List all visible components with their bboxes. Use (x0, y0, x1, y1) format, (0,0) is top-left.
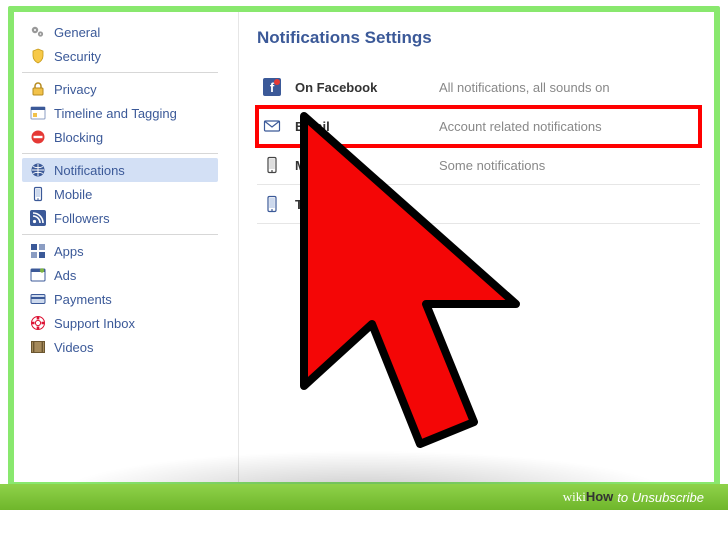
rss-icon (30, 210, 46, 226)
sidebar-item-label: Videos (54, 340, 212, 355)
mobile-icon (30, 186, 46, 202)
globe-icon (30, 162, 46, 178)
sidebar-item-general[interactable]: General (22, 20, 218, 44)
sidebar-item-label: Payments (54, 292, 212, 307)
sidebar-item-ads[interactable]: Ads (22, 263, 218, 287)
ads-icon (30, 267, 46, 283)
row-on-facebook[interactable]: f On Facebook All notifications, all sou… (257, 68, 700, 107)
sidebar-item-blocking[interactable]: Blocking (22, 125, 218, 149)
row-name: On Facebook (295, 80, 425, 95)
row-desc: Some notifications (439, 158, 694, 173)
sidebar-group-apps: Apps Ads Payments (22, 235, 218, 363)
row-name: Email (295, 119, 425, 134)
shield-icon (30, 48, 46, 64)
row-desc: All notifications, all sounds on (439, 80, 694, 95)
sidebar-item-label: Security (54, 49, 212, 64)
row-mobile[interactable]: Mobile Some notifications (257, 146, 700, 185)
film-icon (30, 339, 46, 355)
sidebar-item-videos[interactable]: Videos (22, 335, 218, 359)
lifebuoy-icon (30, 315, 46, 331)
sidebar-item-apps[interactable]: Apps (22, 239, 218, 263)
sidebar-group-privacy: Privacy Timeline and Tagging Blocking (22, 73, 218, 154)
sms-icon (263, 195, 281, 213)
sidebar-item-label: Notifications (54, 163, 212, 178)
sidebar-group-account: General Security (22, 16, 218, 73)
row-name: Text message (295, 197, 425, 212)
sidebar-item-label: Privacy (54, 82, 212, 97)
sidebar-item-label: General (54, 25, 212, 40)
sidebar-item-security[interactable]: Security (22, 44, 218, 68)
brand-how: How (586, 489, 613, 505)
settings-page: General Security Privacy (14, 12, 714, 482)
lock-icon (30, 81, 46, 97)
sidebar-item-support[interactable]: Support Inbox (22, 311, 218, 335)
sidebar: General Security Privacy (22, 16, 218, 363)
facebook-icon: f (263, 78, 281, 96)
row-text-message[interactable]: Text message (257, 185, 700, 224)
sidebar-item-payments[interactable]: Payments (22, 287, 218, 311)
sidebar-item-timeline[interactable]: Timeline and Tagging (22, 101, 218, 125)
sidebar-item-label: Apps (54, 244, 212, 259)
main-panel: Notifications Settings f On Facebook All… (238, 12, 714, 482)
sidebar-item-followers[interactable]: Followers (22, 206, 218, 230)
mail-icon (263, 117, 281, 135)
sidebar-item-label: Support Inbox (54, 316, 212, 331)
row-name: Mobile (295, 158, 425, 173)
sidebar-item-label: Mobile (54, 187, 212, 202)
sidebar-item-privacy[interactable]: Privacy (22, 77, 218, 101)
sidebar-item-mobile[interactable]: Mobile (22, 182, 218, 206)
row-email[interactable]: Email Account related notifications (257, 107, 700, 146)
row-desc: Account related notifications (439, 119, 694, 134)
brand-wiki: wiki (563, 489, 586, 505)
sidebar-group-notifications: Notifications Mobile Followers (22, 154, 218, 235)
card-icon (30, 291, 46, 307)
sidebar-item-label: Blocking (54, 130, 212, 145)
apps-icon (30, 243, 46, 259)
sidebar-item-label: Timeline and Tagging (54, 106, 212, 121)
article-title: to Unsubscribe (617, 490, 704, 505)
page-title: Notifications Settings (257, 28, 700, 48)
wikihow-footer: wikiHow to Unsubscribe (0, 484, 728, 510)
block-icon (30, 129, 46, 145)
gear-icon (30, 24, 46, 40)
mobile-icon (263, 156, 281, 174)
sidebar-item-label: Followers (54, 211, 212, 226)
sidebar-item-notifications[interactable]: Notifications (22, 158, 218, 182)
screenshot-frame: General Security Privacy (8, 6, 720, 488)
timeline-icon (30, 105, 46, 121)
sidebar-item-label: Ads (54, 268, 212, 283)
